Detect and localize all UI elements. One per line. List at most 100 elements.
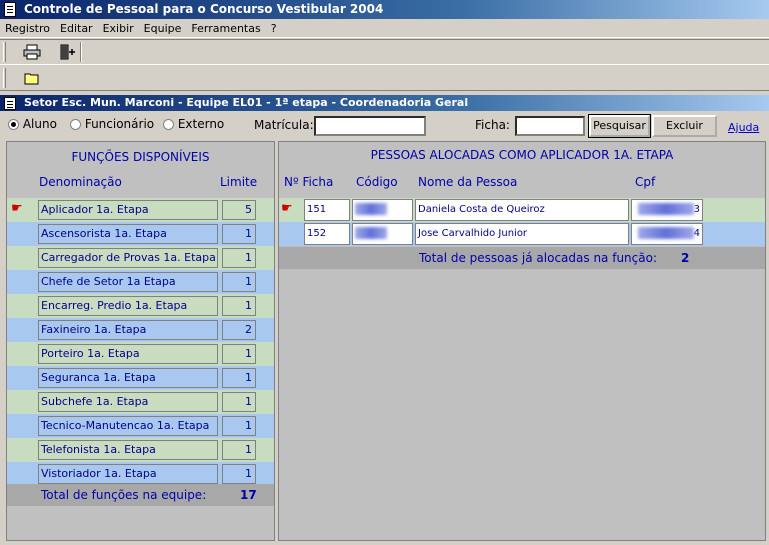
function-row[interactable]: Vistoriador 1a. Etapa 1 — [7, 462, 274, 486]
toolbar-grip-secondary[interactable] — [3, 68, 6, 88]
people-panel: PESSOAS ALOCADAS COMO APLICADOR 1A. ETAP… — [278, 141, 766, 541]
printer-icon — [23, 44, 41, 60]
person-ficha[interactable]: 151 — [304, 199, 350, 221]
menu-editar[interactable]: Editar — [55, 19, 98, 38]
functions-total-label: Total de funções na equipe: — [41, 488, 207, 502]
function-limit[interactable]: 5 — [222, 200, 256, 220]
function-name[interactable]: Telefonista 1a. Etapa — [38, 440, 218, 460]
panel-header: Setor Esc. Mun. Marconi - Equipe EL01 - … — [0, 95, 769, 111]
clipboard-icon — [4, 97, 16, 110]
function-name[interactable]: Carregador de Provas 1a. Etapa — [38, 248, 218, 268]
people-total-value: 2 — [681, 251, 690, 265]
redacted-code — [355, 227, 387, 239]
person-codigo[interactable] — [352, 223, 413, 245]
print-button[interactable] — [20, 41, 44, 63]
redacted-cpf — [637, 227, 694, 239]
open-folder-button[interactable] — [20, 67, 44, 89]
menu-bar: Registro Editar Exibir Equipe Ferramentas? — [0, 19, 769, 38]
window-title: Controle de Pessoal para o Concurso Vest… — [24, 2, 384, 16]
radio-funcionario-dot[interactable] — [70, 119, 81, 130]
function-limit[interactable]: 1 — [222, 296, 256, 316]
radio-aluno-dot[interactable] — [8, 119, 19, 130]
function-row[interactable]: Tecnico-Manutencao 1a. Etapa 1 — [7, 414, 274, 438]
panel-header-text: Setor Esc. Mun. Marconi - Equipe EL01 - … — [24, 96, 469, 109]
pointing-hand-icon: ☛ — [281, 201, 293, 216]
person-cpf[interactable]: 3 — [631, 199, 703, 221]
people-col-codigo: Código — [356, 175, 398, 189]
radio-externo-dot[interactable] — [163, 119, 174, 130]
function-row[interactable]: Ascensorista 1a. Etapa 1 — [7, 222, 274, 246]
function-name[interactable]: Chefe de Setor 1a Etapa — [38, 272, 218, 292]
menu-equipe[interactable]: Equipe — [139, 19, 187, 38]
toolbar-grip[interactable] — [3, 42, 6, 62]
menu-registro[interactable]: Registro — [0, 19, 55, 38]
function-limit[interactable]: 1 — [222, 464, 256, 484]
function-name[interactable]: Ascensorista 1a. Etapa — [38, 224, 218, 244]
person-cpf[interactable]: 4 — [631, 223, 703, 245]
matricula-label: Matrícula: — [254, 118, 314, 132]
menu-exibir[interactable]: Exibir — [98, 19, 139, 38]
function-row[interactable]: Porteiro 1a. Etapa 1 — [7, 342, 274, 366]
exit-door-icon — [60, 44, 75, 60]
delete-button[interactable]: Excluir — [652, 115, 717, 137]
function-row[interactable]: ☛ Aplicador 1a. Etapa 5 — [7, 198, 274, 222]
function-row[interactable]: Faxineiro 1a. Etapa 2 — [7, 318, 274, 342]
function-limit[interactable]: 1 — [222, 392, 256, 412]
function-row[interactable]: Seguranca 1a. Etapa 1 — [7, 366, 274, 390]
person-cpf-end: 4 — [693, 228, 700, 239]
people-col-ficha: Nº Ficha — [284, 175, 334, 189]
person-name[interactable]: Jose Carvalhido Junior — [415, 223, 629, 245]
radio-funcionario[interactable]: Funcionário — [70, 117, 154, 131]
ficha-label: Ficha: — [475, 118, 510, 132]
person-codigo[interactable] — [352, 199, 413, 221]
function-limit[interactable]: 1 — [222, 416, 256, 436]
function-name[interactable]: Encarreg. Predio 1a. Etapa — [38, 296, 218, 316]
ficha-field[interactable] — [515, 116, 585, 136]
person-row[interactable]: 152 Jose Carvalhido Junior 4 — [279, 222, 765, 246]
function-limit[interactable]: 1 — [222, 224, 256, 244]
matricula-field[interactable] — [314, 116, 426, 136]
person-name[interactable]: Daniela Costa de Queiroz — [415, 199, 629, 221]
function-limit[interactable]: 1 — [222, 344, 256, 364]
functions-col-name: Denominação — [39, 175, 122, 189]
search-row: Aluno Funcionário Externo Matrícula: Fic… — [0, 113, 769, 139]
function-name[interactable]: Tecnico-Manutencao 1a. Etapa — [38, 416, 218, 436]
function-row[interactable]: Telefonista 1a. Etapa 1 — [7, 438, 274, 462]
function-limit[interactable]: 1 — [222, 368, 256, 388]
exit-button[interactable] — [55, 41, 79, 63]
folder-icon — [24, 73, 39, 85]
search-button[interactable]: Pesquisar — [588, 114, 651, 138]
function-limit[interactable]: 1 — [222, 272, 256, 292]
function-name[interactable]: Aplicador 1a. Etapa — [38, 200, 218, 220]
person-ficha[interactable]: 152 — [304, 223, 350, 245]
radio-externo[interactable]: Externo — [163, 117, 224, 131]
function-name[interactable]: Seguranca 1a. Etapa — [38, 368, 218, 388]
people-total-label: Total de pessoas já alocadas na função: — [419, 251, 657, 265]
person-row[interactable]: ☛ 151 Daniela Costa de Queiroz 3 — [279, 198, 765, 222]
function-row[interactable]: Encarreg. Predio 1a. Etapa 1 — [7, 294, 274, 318]
pointing-hand-icon: ☛ — [11, 201, 23, 216]
function-row[interactable]: Subchefe 1a. Etapa 1 — [7, 390, 274, 414]
function-name[interactable]: Faxineiro 1a. Etapa — [38, 320, 218, 340]
function-limit[interactable]: 1 — [222, 248, 256, 268]
redacted-code — [355, 203, 387, 215]
window-title-bar: Controle de Pessoal para o Concurso Vest… — [0, 0, 769, 19]
menu-ferramentas[interactable]: Ferramentas — [186, 19, 265, 38]
functions-title: FUNÇÕES DISPONÍVEIS — [71, 150, 210, 164]
functions-total-value: 17 — [240, 488, 257, 502]
function-row[interactable]: Carregador de Provas 1a. Etapa 1 — [7, 246, 274, 270]
toolbar-secondary — [0, 66, 769, 91]
function-limit[interactable]: 2 — [222, 320, 256, 340]
functions-col-limit: Limite — [220, 175, 258, 189]
function-name[interactable]: Vistoriador 1a. Etapa — [38, 464, 218, 484]
function-name[interactable]: Porteiro 1a. Etapa — [38, 344, 218, 364]
function-name[interactable]: Subchefe 1a. Etapa — [38, 392, 218, 412]
help-link[interactable]: Ajuda — [728, 121, 759, 134]
menu-help[interactable]: ? — [266, 19, 282, 38]
radio-externo-label: Externo — [177, 117, 225, 131]
people-total-row: Total de pessoas já alocadas na função: … — [279, 247, 765, 269]
function-row[interactable]: Chefe de Setor 1a Etapa 1 — [7, 270, 274, 294]
function-limit[interactable]: 1 — [222, 440, 256, 460]
radio-aluno[interactable]: Aluno — [8, 117, 57, 131]
people-title: PESSOAS ALOCADAS COMO APLICADOR 1A. ETAP… — [370, 148, 674, 162]
